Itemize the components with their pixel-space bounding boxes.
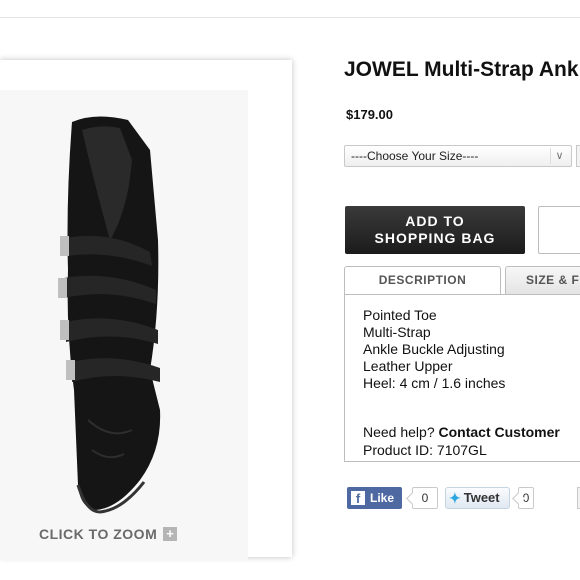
- description-line: Pointed Toe: [363, 307, 437, 323]
- facebook-like-button[interactable]: f Like: [347, 487, 402, 509]
- tab-description[interactable]: DESCRIPTION: [344, 266, 501, 295]
- product-title: JOWEL Multi-Strap Ank: [344, 58, 579, 81]
- chevron-down-icon: ∨: [550, 148, 568, 164]
- tweet-count: 0: [518, 487, 534, 509]
- description-line: Leather Upper: [363, 358, 453, 374]
- description-panel: Pointed Toe Multi-Strap Ankle Buckle Adj…: [344, 294, 580, 462]
- product-id: Product ID: 7107GL: [363, 442, 487, 458]
- tab-size-fit[interactable]: SIZE & F: [505, 266, 580, 294]
- facebook-icon: f: [351, 491, 365, 506]
- size-select[interactable]: ----Choose Your Size---- ∨: [344, 145, 572, 167]
- click-to-zoom[interactable]: CLICK TO ZOOM +: [39, 526, 178, 542]
- size-select-value: ----Choose Your Size----: [351, 149, 479, 163]
- add-to-bag-button[interactable]: ADD TO SHOPPING BAG: [345, 206, 525, 254]
- twitter-bird-icon: ✦: [449, 490, 461, 506]
- add-to-bag-label-line2: SHOPPING BAG: [374, 230, 496, 246]
- help-prefix: Need help?: [363, 424, 435, 440]
- like-count: 0: [412, 487, 438, 509]
- description-list: Pointed Toe Multi-Strap Ankle Buckle Adj…: [363, 307, 505, 392]
- description-line: Ankle Buckle Adjusting: [363, 341, 505, 357]
- description-line: Multi-Strap: [363, 324, 431, 340]
- contact-customer-link[interactable]: Contact Customer: [439, 424, 560, 440]
- plus-icon: +: [163, 527, 178, 541]
- product-image-panel: CLICK TO ZOOM +: [0, 60, 292, 560]
- description-line: Heel: 4 cm / 1.6 inches: [363, 375, 506, 391]
- product-price: $179.00: [346, 107, 393, 122]
- secondary-select[interactable]: [576, 145, 580, 167]
- header-divider: [0, 17, 580, 18]
- wishlist-button[interactable]: [538, 206, 580, 254]
- tweet-label: Tweet: [463, 490, 500, 505]
- help-text: Need help? Contact Customer Product ID: …: [363, 423, 560, 459]
- like-label: Like: [370, 491, 395, 505]
- product-image[interactable]: [0, 90, 248, 560]
- boot-illustration: [58, 116, 161, 514]
- add-to-bag-label-line1: ADD TO: [405, 213, 465, 229]
- tweet-button[interactable]: ✦ Tweet: [445, 487, 510, 509]
- zoom-label: CLICK TO ZOOM: [39, 526, 158, 542]
